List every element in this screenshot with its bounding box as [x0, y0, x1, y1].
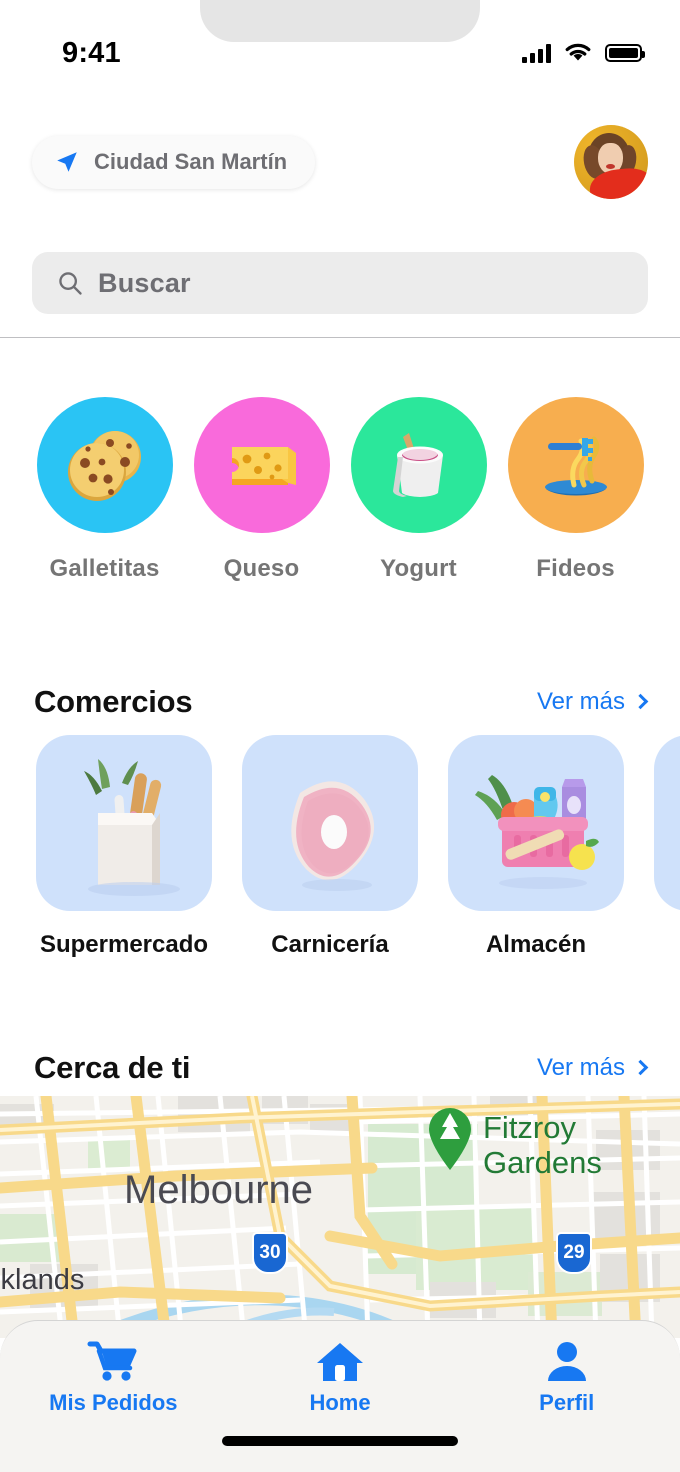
status-time: 9:41	[62, 36, 121, 69]
comercio-card-supermercado[interactable]: Supermercado	[36, 735, 212, 959]
search-section: Buscar	[32, 252, 648, 314]
yogurt-cup-icon	[350, 397, 487, 533]
see-more-label: Ver más	[536, 1054, 625, 1081]
park-tree-pin-icon	[424, 1104, 476, 1172]
tab-mis-pedidos[interactable]: Mis Pedidos	[0, 1339, 227, 1416]
navigation-arrow-icon	[57, 152, 77, 172]
chevron-right-icon	[632, 693, 649, 710]
map-park-label: Fitzroy Gardens	[483, 1110, 602, 1180]
tab-home[interactable]: Home	[227, 1339, 454, 1416]
grocery-bag-icon	[36, 735, 212, 911]
chevron-right-icon	[632, 1059, 649, 1076]
home-icon	[317, 1343, 363, 1381]
search-input[interactable]: Buscar	[32, 252, 648, 314]
category-item-queso[interactable]: Queso	[183, 397, 340, 583]
category-label: Queso	[223, 555, 300, 582]
battery-full-icon	[605, 44, 645, 62]
map-city-label: Melbourne	[124, 1168, 314, 1212]
cerca-de-ti-see-more-link[interactable]: Ver más	[536, 1054, 649, 1082]
avatar-lips	[606, 164, 615, 169]
comercios-see-more-link[interactable]: Ver más	[536, 688, 649, 716]
map-district-label: cklands	[0, 1264, 85, 1296]
search-placeholder: Buscar	[98, 267, 191, 298]
see-more-label: Ver más	[536, 688, 625, 715]
device-notch	[200, 0, 480, 42]
map-park-label-line1: Fitzroy	[483, 1110, 576, 1145]
cerca-de-ti-header: Cerca de ti Ver más	[0, 1050, 680, 1086]
comercio-card-carniceria[interactable]: Carnicería	[242, 735, 418, 959]
category-label: Yogurt	[380, 555, 457, 582]
tab-label: Perfil	[539, 1390, 595, 1415]
comercio-label: Almacén	[485, 931, 587, 958]
tab-label: Home	[309, 1390, 371, 1415]
cheese-icon	[193, 397, 330, 533]
section-title-comercios: Comercios	[34, 684, 193, 719]
route-shield-30: 30	[252, 1232, 288, 1274]
comercio-label: Carnicería	[271, 931, 389, 958]
tab-perfil[interactable]: Perfil	[453, 1339, 680, 1416]
comercio-card-partial[interactable]	[654, 735, 680, 959]
category-item-galletitas[interactable]: Galletitas	[26, 397, 183, 583]
partial-card-icon	[654, 735, 680, 911]
person-icon	[547, 1342, 586, 1381]
home-indicator[interactable]	[222, 1436, 458, 1446]
tab-label: Mis Pedidos	[49, 1390, 178, 1415]
cookies-icon	[36, 397, 173, 533]
location-selector[interactable]: Ciudad San Martín	[32, 135, 316, 189]
bottom-tab-bar: Mis Pedidos Home Perfil	[0, 1320, 680, 1472]
section-title-cerca-de-ti: Cerca de ti	[34, 1050, 191, 1085]
comercios-card-row[interactable]: Supermercado Carnicería Almacén	[0, 735, 680, 959]
category-item-yogurt[interactable]: Yogurt	[340, 397, 497, 583]
header-divider	[0, 337, 680, 338]
app-header: Ciudad San Martín	[0, 112, 680, 212]
category-list: Galletitas Queso Yogurt Fideos	[0, 397, 680, 583]
user-avatar[interactable]	[574, 125, 648, 199]
category-label: Galletitas	[49, 555, 160, 582]
wifi-icon	[565, 43, 591, 61]
cellular-signal-icon	[522, 43, 551, 63]
category-item-fideos[interactable]: Fideos	[497, 397, 654, 583]
steak-icon	[242, 735, 418, 911]
noodles-icon	[507, 397, 644, 533]
map-park-label-line2: Gardens	[483, 1144, 602, 1180]
comercio-card-almacen[interactable]: Almacén	[448, 735, 624, 959]
route-shield-29: 29	[556, 1232, 592, 1274]
search-icon	[59, 272, 82, 295]
shopping-basket-icon	[448, 735, 624, 911]
comercios-header: Comercios Ver más	[0, 684, 680, 720]
shopping-cart-icon	[87, 1341, 137, 1381]
app-screen: 9:41 Ciudad San Martín Buscar Galletitas…	[0, 0, 680, 1472]
category-label: Fideos	[536, 555, 615, 582]
status-icons	[522, 29, 645, 63]
location-label: Ciudad San Martín	[94, 149, 288, 174]
nearby-map[interactable]: Melbourne cklands Fitzroy Gardens 30 29	[0, 1096, 680, 1338]
comercio-label: Supermercado	[39, 931, 209, 958]
